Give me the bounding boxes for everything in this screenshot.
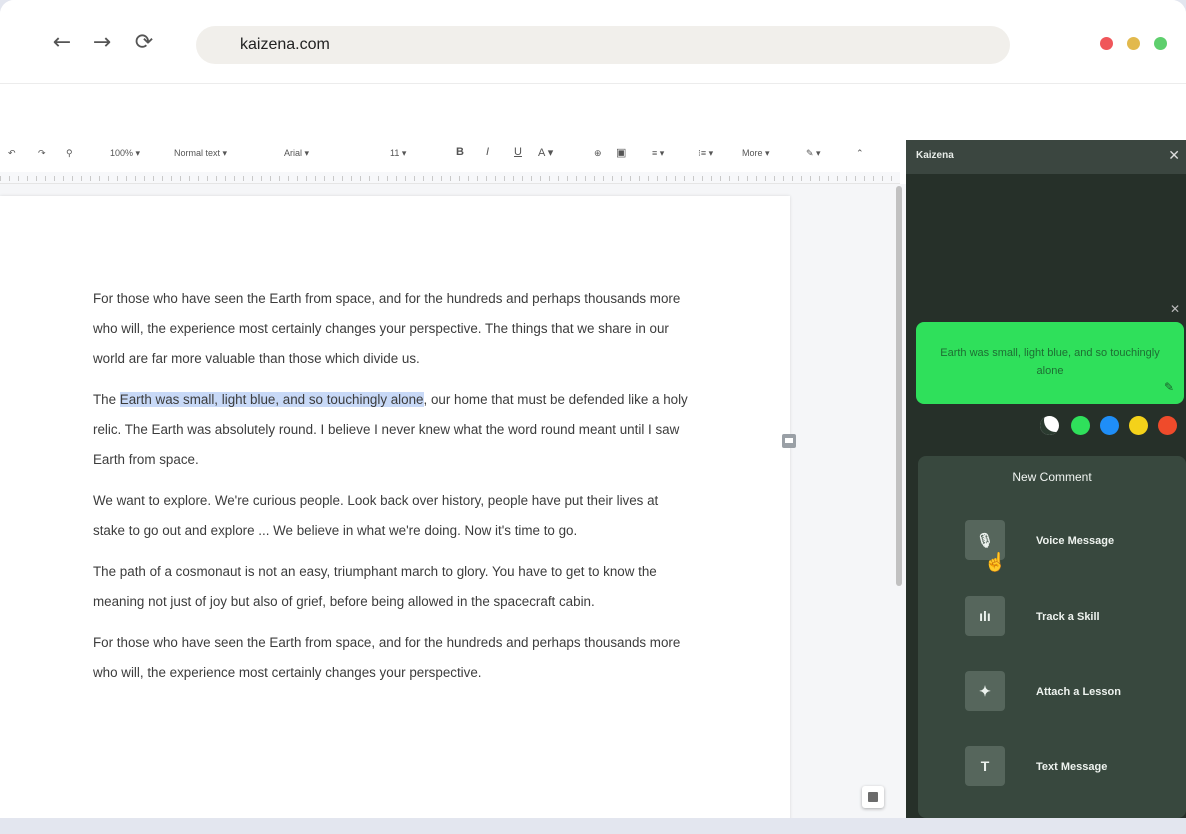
font-size-select[interactable]: 11 ▾ [390,148,406,159]
window-dot-red[interactable] [1100,37,1113,50]
color-swatch-green[interactable] [1071,416,1090,435]
attach-lesson-option[interactable]: Attach a Lesson [1036,686,1121,698]
new-comment-heading: New Comment [1012,470,1092,484]
color-swatch-blue[interactable] [1100,416,1119,435]
url-text: kaizena.com [240,36,330,53]
close-icon[interactable]: ✕ [1168,147,1180,164]
forward-arrow-icon[interactable]: → [89,30,115,56]
window-dot-green[interactable] [1154,37,1167,50]
docs-toolbar: ↶ ↷ ⚲ 100% ▾ Normal text ▾ Arial ▾ 11 ▾ … [0,140,900,170]
color-swatch-red[interactable] [1158,416,1177,435]
italic-button[interactable]: I [486,146,489,158]
address-bar[interactable]: kaizena.com [196,26,1010,64]
paragraph: For those who have seen the Earth from s… [93,635,681,680]
edit-mode-select[interactable]: ✎ ▾ [806,148,821,159]
text-icon[interactable]: T [965,746,1005,786]
pen-icon[interactable]: ✎ [1164,380,1174,394]
browser-toolbar: ← → ⟳ kaizena.com [0,0,1186,84]
hand-cursor-icon: ☝ [984,552,1007,572]
bottom-border [0,818,1186,834]
link-icon[interactable]: ⊕ [594,148,602,159]
window-dot-yellow[interactable] [1127,37,1140,50]
track-skill-option[interactable]: Track a Skill [1036,611,1100,623]
document-body[interactable]: For those who have seen the Earth from s… [93,284,693,699]
paragraph: The path of a cosmonaut is not an easy, … [93,564,657,609]
bold-button[interactable]: B [456,146,464,158]
more-menu[interactable]: More ▾ [742,148,770,159]
underline-button[interactable]: U [514,146,522,158]
voice-message-option[interactable]: Voice Message [1036,535,1114,547]
highlighted-text[interactable]: Earth was small, light blue, and so touc… [119,392,424,407]
insert-comment-icon[interactable]: ▣ [616,146,626,159]
collapse-toolbar-icon[interactable]: ⌃ [856,148,864,159]
align-select[interactable]: ≡ ▾ [652,148,664,159]
back-arrow-icon[interactable]: ← [49,30,75,56]
style-select[interactable]: Normal text ▾ [174,148,227,159]
palette-icon[interactable] [1040,416,1059,435]
panel-title: Kaizena [916,150,954,161]
add-comment-icon[interactable] [862,786,884,808]
reload-icon[interactable]: ⟳ [131,30,157,56]
bar-chart-icon[interactable]: ılı [965,596,1005,636]
paint-format-icon[interactable]: ⚲ [66,148,73,159]
browser-window: ← → ⟳ kaizena.com ↶ ↷ ⚲ 100% ▾ Normal te… [0,0,1186,834]
text-color-button[interactable]: A ▾ [538,146,553,159]
close-card-icon[interactable]: ✕ [1170,302,1180,316]
paragraph: For those who have seen the Earth from s… [93,291,681,366]
paragraph: We want to explore. We're curious people… [93,493,659,538]
paragraph: The Earth was small, light blue, and so … [93,385,693,475]
ruler[interactable] [0,172,900,184]
color-swatch-yellow[interactable] [1129,416,1148,435]
line-spacing-select[interactable]: ⁝≡ ▾ [698,148,713,159]
document-scrollbar[interactable] [896,186,902,586]
redo-icon[interactable]: ↷ [38,148,46,159]
undo-icon[interactable]: ↶ [8,148,16,159]
text-message-option[interactable]: Text Message [1036,761,1107,773]
text-run: The [93,392,120,407]
highlight-card[interactable]: Earth was small, light blue, and so touc… [916,322,1184,404]
margin-comment-icon[interactable] [782,434,796,448]
panel-header: Kaizena ✕ [906,140,1186,174]
zoom-select[interactable]: 100% ▾ [110,148,140,159]
lightbulb-icon[interactable]: ✦ [965,671,1005,711]
font-select[interactable]: Arial ▾ [284,148,309,159]
highlight-quote: Earth was small, light blue, and so touc… [940,347,1160,377]
